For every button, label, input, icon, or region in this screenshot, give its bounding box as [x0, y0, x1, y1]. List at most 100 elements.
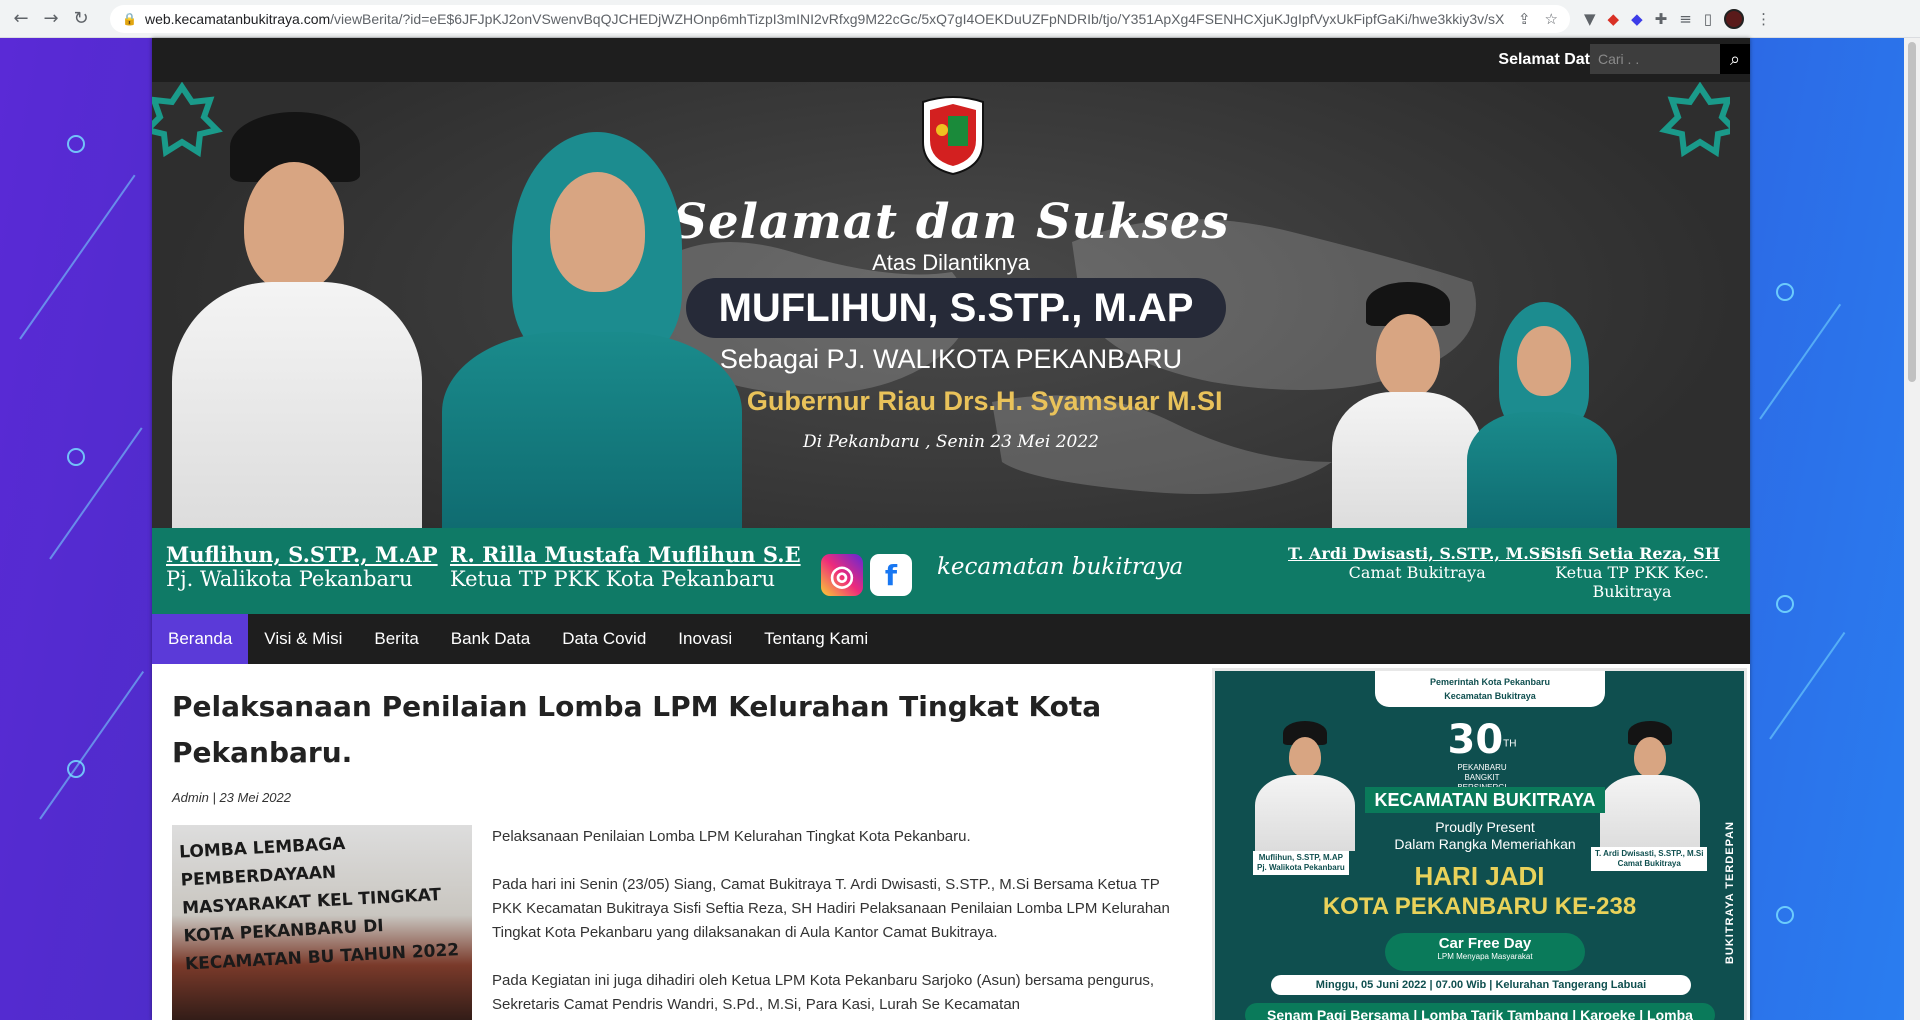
bg-ring	[1776, 906, 1794, 924]
facebook-icon[interactable]: f	[870, 554, 912, 596]
bookmark-star-icon[interactable]: ☆	[1545, 10, 1558, 28]
camat-face	[1376, 314, 1440, 398]
nav-beranda[interactable]: Beranda	[152, 614, 249, 664]
poster-header: Pemerintah Kota Pekanbaru Kecamatan Buki…	[1375, 671, 1605, 707]
official-photo-left	[172, 112, 422, 532]
bg-line	[49, 427, 143, 560]
social-handle: kecamatan bukitraya	[937, 554, 1184, 580]
camat-uniform	[1332, 392, 1482, 532]
caption-role: Camat Bukitraya	[1348, 563, 1486, 582]
camat-spouse-dress	[1467, 412, 1617, 532]
bg-line	[39, 670, 145, 820]
forward-icon[interactable]: →	[36, 4, 66, 34]
greeting-marquee: Selamat Dat	[1498, 51, 1590, 68]
back-icon[interactable]: ←	[6, 4, 36, 34]
article-meta: Admin | 23 Mei 2022	[172, 790, 291, 805]
banner-caption-strip: Muflihun, S.STP., M.AP Pj. Walikota Peka…	[152, 528, 1750, 614]
event-poster[interactable]: Pemerintah Kota Pekanbaru Kecamatan Buki…	[1212, 668, 1747, 1020]
search-input[interactable]	[1590, 44, 1720, 74]
figure-face	[1634, 737, 1666, 777]
poster-proud: Proudly Present Dalam Rangka Memeriahkan	[1394, 819, 1576, 852]
spouse-dress	[442, 332, 742, 532]
site-page: Selamat Dat ⌕ Selamat dan Sukses Atas Di…	[152, 38, 1750, 1020]
bg-ring	[67, 135, 85, 153]
caption-role: Ketua TP PKK Kec. Bukitraya	[1555, 563, 1709, 601]
hero-banner: Selamat dan Sukses Atas Dilantiknya MUFL…	[152, 82, 1750, 614]
address-bar[interactable]: 🔒 web.kecamatanbukitraya.com/viewBerita/…	[110, 4, 1570, 33]
profile-avatar[interactable]	[1724, 8, 1745, 29]
camat-spouse-face	[1517, 326, 1571, 396]
anniversary-logo: 30TH PEKANBARU BANGKIT BERSINERGI	[1447, 717, 1517, 792]
camat-spouse-photo	[1467, 302, 1617, 532]
nav-berita[interactable]: Berita	[358, 614, 434, 664]
article-image-text: LOMBA LEMBAGA PEMBERDAYAAN MASYARAKAT KE…	[178, 833, 460, 975]
anniversary-sup: TH	[1503, 738, 1517, 750]
bg-line	[1759, 303, 1842, 420]
extension-v-icon[interactable]: ▼	[1584, 10, 1596, 28]
anniversary-city: PEKANBARU	[1457, 763, 1507, 772]
bg-ring	[1776, 595, 1794, 613]
spouse-photo-left	[442, 132, 742, 532]
browser-scrollbar[interactable]	[1904, 38, 1920, 1020]
poster-cfd: Car Free Day LPM Menyapa Masyarakat	[1385, 933, 1585, 971]
caption-name: R. Rilla Mustafa Muflihun S.E	[450, 542, 801, 567]
article-paragraph: Pada Kegiatan ini juga dihadiri oleh Ket…	[492, 972, 1155, 1013]
bg-line	[19, 174, 136, 340]
menu-kebab-icon[interactable]: ⋮	[1756, 10, 1771, 28]
poster-cfd-title: Car Free Day	[1438, 935, 1532, 952]
figure-face	[1289, 737, 1321, 777]
article-body: LOMBA LEMBAGA PEMBERDAYAAN MASYARAKAT KE…	[172, 825, 1182, 1020]
bg-ring	[67, 760, 85, 778]
caption-role: Ketua TP PKK Kota Pekanbaru	[450, 567, 776, 591]
article-paragraph: Pada hari ini Senin (23/05) Siang, Camat…	[492, 876, 1170, 941]
caption-camat: T. Ardi Dwisasti, S.STP., M.Si Camat Buk…	[1288, 544, 1546, 582]
main-navigation: Beranda Visi & Misi Berita Bank Data Dat…	[152, 614, 1750, 664]
side-panel-icon[interactable]: ▯	[1704, 10, 1712, 28]
banner-name: MUFLIHUN, S.STP., M.AP	[686, 278, 1226, 338]
poster-kota: KOTA PEKANBARU KE-238	[1322, 893, 1637, 920]
nav-visi-misi[interactable]: Visi & Misi	[248, 614, 358, 664]
poster-events: Senam Pagi Bersama | Lomba Tarik Tambang…	[1245, 1003, 1715, 1020]
article-image[interactable]: LOMBA LEMBAGA PEMBERDAYAAN MASYARAKAT KE…	[172, 825, 472, 1020]
nav-bank-data[interactable]: Bank Data	[435, 614, 546, 664]
reload-icon[interactable]: ↻	[66, 4, 96, 34]
caption-ketua-pkk-kota: R. Rilla Mustafa Muflihun S.E Ketua TP P…	[450, 542, 801, 591]
poster-vertical-text: BUKITRAYA TERDEPAN	[1724, 821, 1736, 965]
instagram-icon[interactable]: ◎	[821, 554, 863, 596]
poster-kecamatan: KECAMATAN BUKITRAYA	[1365, 787, 1605, 813]
url-text[interactable]: web.kecamatanbukitraya.com/viewBerita/?i…	[145, 11, 1504, 27]
spouse-face	[550, 172, 645, 292]
article-title: Pelaksanaan Penilaian Lomba LPM Keluraha…	[172, 690, 1102, 769]
browser-toolbar: ← → ↻ 🔒 web.kecamatanbukitraya.com/viewB…	[0, 0, 1920, 38]
extensions-area: ▼ ◆ ◆ ✚ ≡ ▯ ⋮	[1584, 8, 1771, 29]
scrollbar-thumb[interactable]	[1908, 42, 1916, 382]
caption-name: Muflihun, S.STP., M.AP	[166, 542, 438, 567]
lock-icon[interactable]: 🔒	[122, 12, 137, 26]
extension-blue-icon[interactable]: ◆	[1631, 10, 1643, 28]
nav-inovasi[interactable]: Inovasi	[662, 614, 748, 664]
share-icon[interactable]: ⇪	[1518, 10, 1531, 28]
extension-red-icon[interactable]: ◆	[1608, 10, 1620, 28]
corner-ornament	[1659, 82, 1730, 158]
caption-name: Sisfi Setia Reza, SH	[1544, 544, 1720, 563]
poster-hari-jadi: HARI JADI	[1414, 861, 1545, 891]
article-paragraph: Pelaksanaan Penilaian Lomba LPM Keluraha…	[492, 828, 971, 845]
caption-role: Pj. Walikota Pekanbaru	[166, 567, 413, 591]
camat-photo	[1332, 282, 1482, 532]
extensions-puzzle-icon[interactable]: ✚	[1655, 10, 1668, 28]
poster-when: Minggu, 05 Juni 2022 | 07.00 Wib | Kelur…	[1271, 975, 1691, 995]
bg-ring	[67, 448, 85, 466]
url-domain: web.kecamatanbukitraya.com	[144, 10, 331, 27]
caption-name: T. Ardi Dwisasti, S.STP., M.Si	[1288, 544, 1547, 563]
anniversary-number: 30	[1447, 717, 1504, 763]
official-uniform	[172, 282, 422, 532]
news-article: Pelaksanaan Penilaian Lomba LPM Keluraha…	[172, 684, 1182, 1020]
search-icon[interactable]: ⌕	[1720, 44, 1750, 74]
official-face	[244, 162, 344, 292]
url-path: /viewBerita/?id=eE$6JFJpKJ2onVSwenvBqQJC…	[330, 10, 1504, 27]
nav-tentang-kami[interactable]: Tentang Kami	[748, 614, 884, 664]
nav-data-covid[interactable]: Data Covid	[546, 614, 662, 664]
reading-list-icon[interactable]: ≡	[1679, 10, 1692, 28]
site-topbar: Selamat Dat ⌕	[152, 38, 1750, 82]
caption-ketua-pkk-kec: Sisfi Setia Reza, SH Ketua TP PKK Kec. B…	[1514, 544, 1750, 601]
